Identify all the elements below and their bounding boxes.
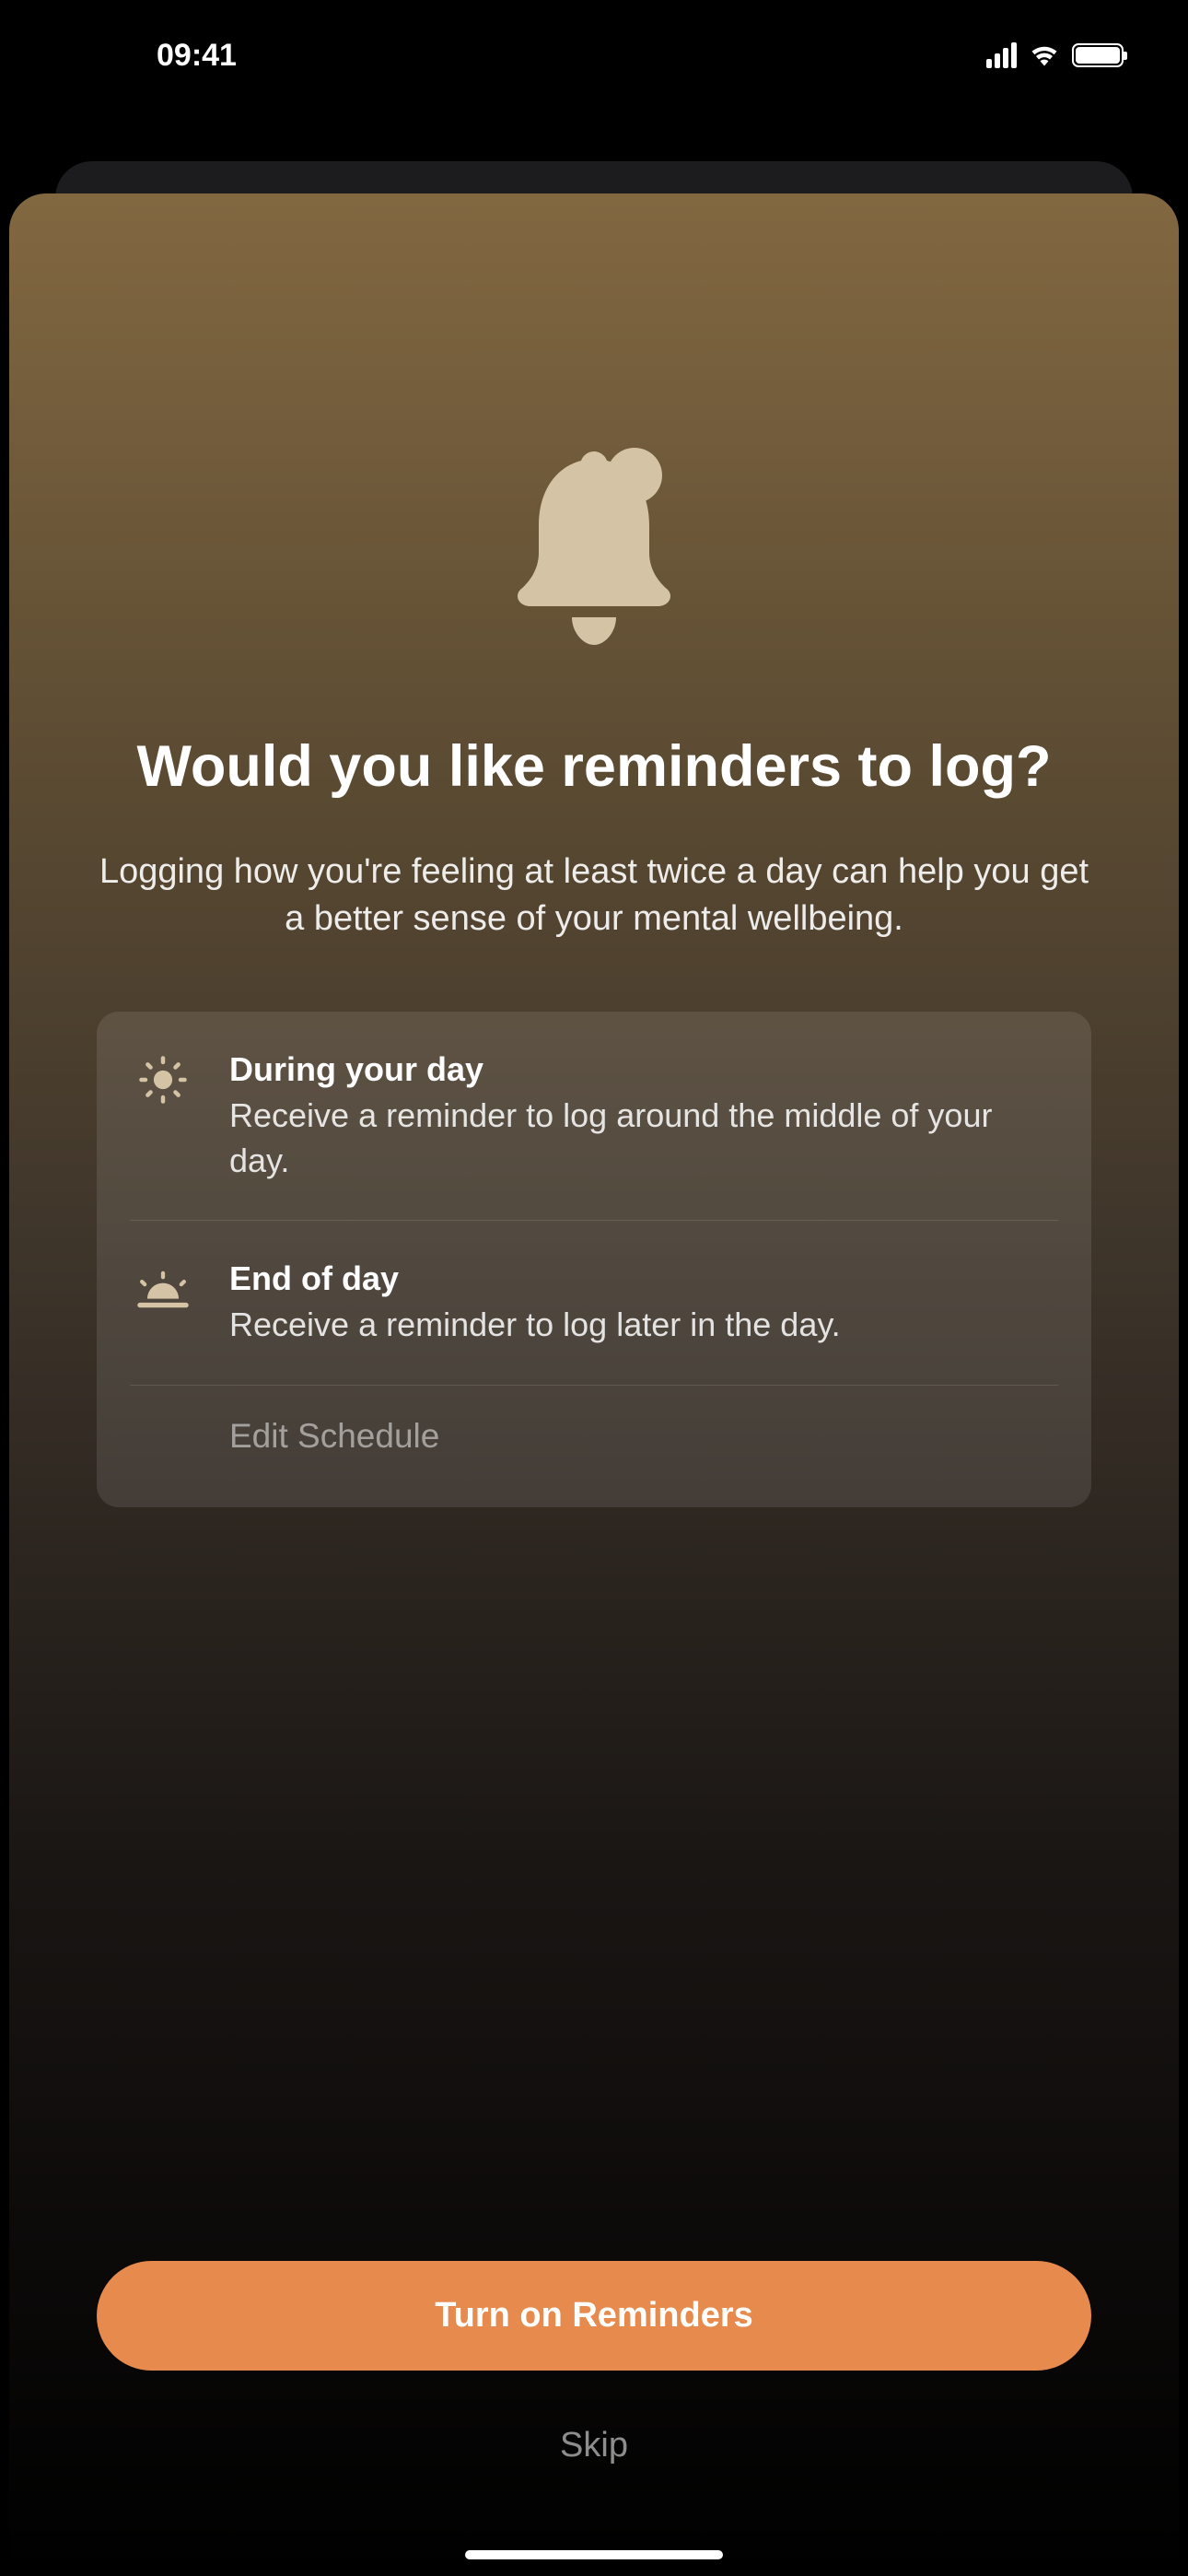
status-indicators <box>986 41 1142 71</box>
reminders-card: During your day Receive a reminder to lo… <box>97 1012 1091 1506</box>
reminders-sheet: Would you like reminders to log? Logging… <box>9 193 1179 2576</box>
sunset-icon <box>130 1261 196 1317</box>
wifi-icon <box>1028 41 1061 71</box>
reminder-description: Receive a reminder to log around the mid… <box>229 1094 1058 1183</box>
bell-badge-icon <box>502 442 686 654</box>
reminder-during-day: During your day Receive a reminder to lo… <box>130 1012 1058 1221</box>
sun-icon <box>130 1052 196 1107</box>
edit-schedule-row[interactable]: Edit Schedule <box>130 1386 1058 1507</box>
turn-on-reminders-button[interactable]: Turn on Reminders <box>97 2261 1091 2371</box>
home-indicator[interactable] <box>465 2550 723 2559</box>
skip-button[interactable]: Skip <box>97 2417 1091 2475</box>
reminder-end-of-day: End of day Receive a reminder to log lat… <box>130 1221 1058 1385</box>
reminder-description: Receive a reminder to log later in the d… <box>229 1303 1058 1348</box>
page-subheading: Logging how you're feeling at least twic… <box>9 849 1179 943</box>
reminder-title: During your day <box>229 1048 1058 1092</box>
edit-schedule-link[interactable]: Edit Schedule <box>229 1417 1058 1456</box>
reminder-title: End of day <box>229 1258 1058 1301</box>
battery-icon <box>1072 43 1124 67</box>
status-bar: 09:41 <box>0 0 1188 111</box>
cellular-signal-icon <box>986 42 1017 68</box>
status-time: 09:41 <box>46 38 237 74</box>
page-heading: Would you like reminders to log? <box>9 732 1179 802</box>
